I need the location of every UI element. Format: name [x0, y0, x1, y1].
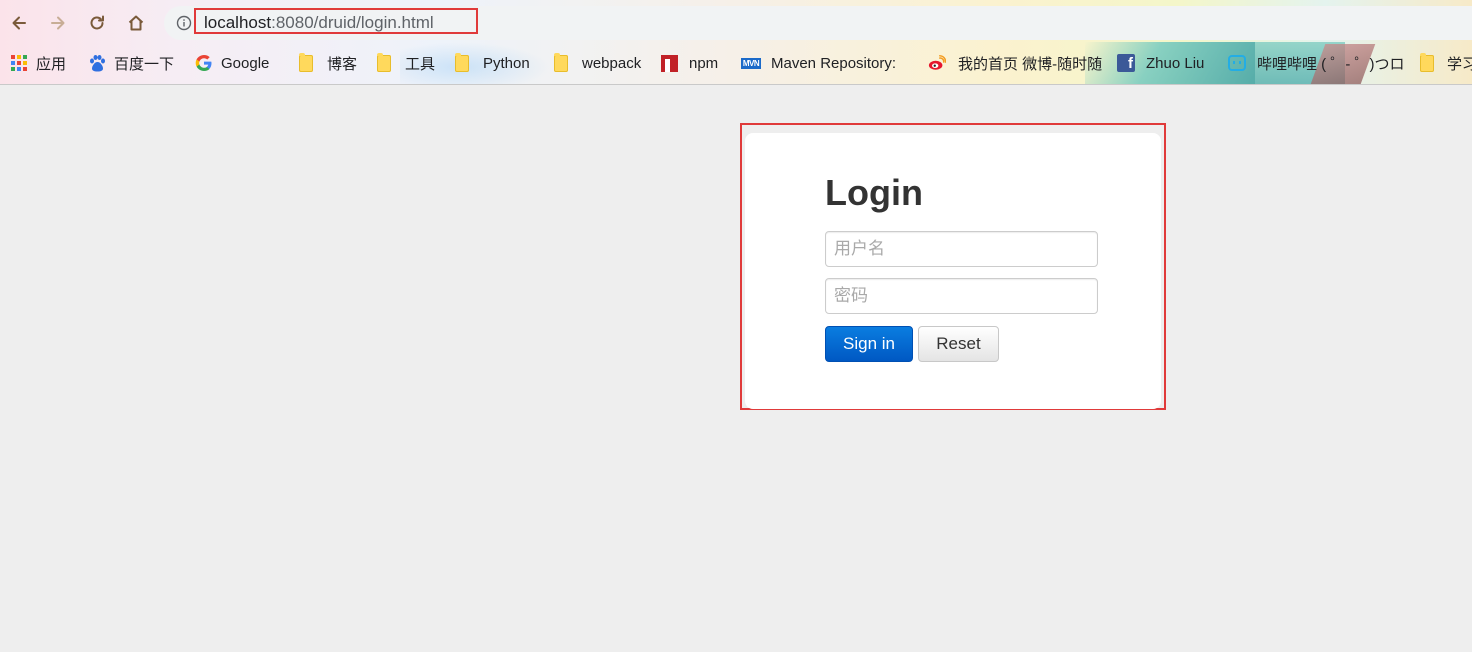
login-form: Login Sign in Reset	[745, 133, 1161, 409]
bookmark-label: 学习	[1447, 55, 1472, 73]
bookmark-label: Maven Repository:	[771, 54, 897, 72]
bookmark-maven[interactable]: MVN Maven Repository:	[740, 52, 897, 74]
username-input[interactable]	[825, 231, 1098, 267]
bookmarks-bar: 应用 百度一下 Google 博客 工具 Python webpack npm …	[0, 46, 1472, 80]
folder-icon	[453, 52, 471, 72]
bookmark-label: npm	[689, 54, 719, 72]
folder-icon	[552, 52, 570, 72]
password-input[interactable]	[825, 278, 1098, 314]
npm-icon	[660, 54, 678, 72]
url-highlight-box	[194, 8, 478, 34]
home-button[interactable]	[123, 10, 149, 36]
reload-button[interactable]	[84, 10, 110, 36]
sign-in-button[interactable]: Sign in	[825, 326, 913, 362]
bookmark-label: 我的首页 微博-随时随	[958, 55, 1103, 73]
bookmark-label: Python	[483, 54, 530, 72]
baidu-paw-icon	[88, 54, 106, 72]
bookmark-baidu[interactable]: 百度一下	[88, 52, 174, 74]
bookmark-weibo[interactable]: 我的首页 微博-随时随	[928, 52, 1102, 74]
bookmark-apps[interactable]: 应用	[10, 52, 66, 74]
forward-arrow-icon	[51, 16, 65, 30]
bookmark-label: Zhuo Liu	[1146, 54, 1205, 72]
bookmark-label: webpack	[582, 54, 642, 72]
reload-icon	[90, 15, 104, 30]
bookmark-label: 应用	[36, 55, 67, 73]
folder-icon	[297, 52, 315, 72]
bilibili-icon	[1228, 54, 1246, 72]
folder-icon	[375, 52, 393, 72]
home-icon	[128, 15, 144, 31]
bookmark-folder-tools[interactable]: 工具	[375, 52, 435, 74]
back-button[interactable]	[6, 10, 32, 36]
back-arrow-icon	[12, 16, 26, 30]
maven-icon: MVN	[740, 57, 762, 69]
bookmark-label: Google	[221, 54, 270, 72]
reset-button[interactable]: Reset	[918, 326, 999, 362]
bookmark-label: 百度一下	[114, 55, 175, 73]
bookmark-bilibili[interactable]: 哔哩哔哩 ( ゜- ゜)つロ	[1228, 52, 1405, 74]
facebook-icon: f	[1117, 54, 1135, 72]
google-icon	[195, 54, 213, 72]
weibo-icon	[928, 54, 946, 72]
bookmark-label: 工具	[405, 55, 436, 73]
bookmark-folder-python[interactable]: Python	[453, 52, 530, 74]
address-bar[interactable]: localhost:8080/druid/login.html	[164, 6, 1472, 40]
folder-icon	[1418, 52, 1436, 72]
bookmark-google[interactable]: Google	[195, 52, 269, 74]
login-title: Login	[825, 172, 923, 213]
bookmark-folder-study[interactable]: 学习	[1418, 52, 1472, 74]
bookmark-npm[interactable]: npm	[660, 52, 718, 74]
bookmark-folder-blog[interactable]: 博客	[297, 52, 357, 74]
apps-grid-icon	[10, 54, 28, 72]
forward-button[interactable]	[45, 10, 71, 36]
bookmark-folder-webpack[interactable]: webpack	[552, 52, 641, 74]
browser-chrome: localhost:8080/druid/login.html 应用 百度一下 …	[0, 0, 1472, 85]
bookmark-label: 哔哩哔哩 ( ゜- ゜)つロ	[1257, 55, 1405, 73]
bookmark-facebook[interactable]: f Zhuo Liu	[1117, 52, 1204, 74]
bookmark-label: 博客	[327, 55, 358, 73]
info-icon[interactable]	[176, 15, 192, 31]
